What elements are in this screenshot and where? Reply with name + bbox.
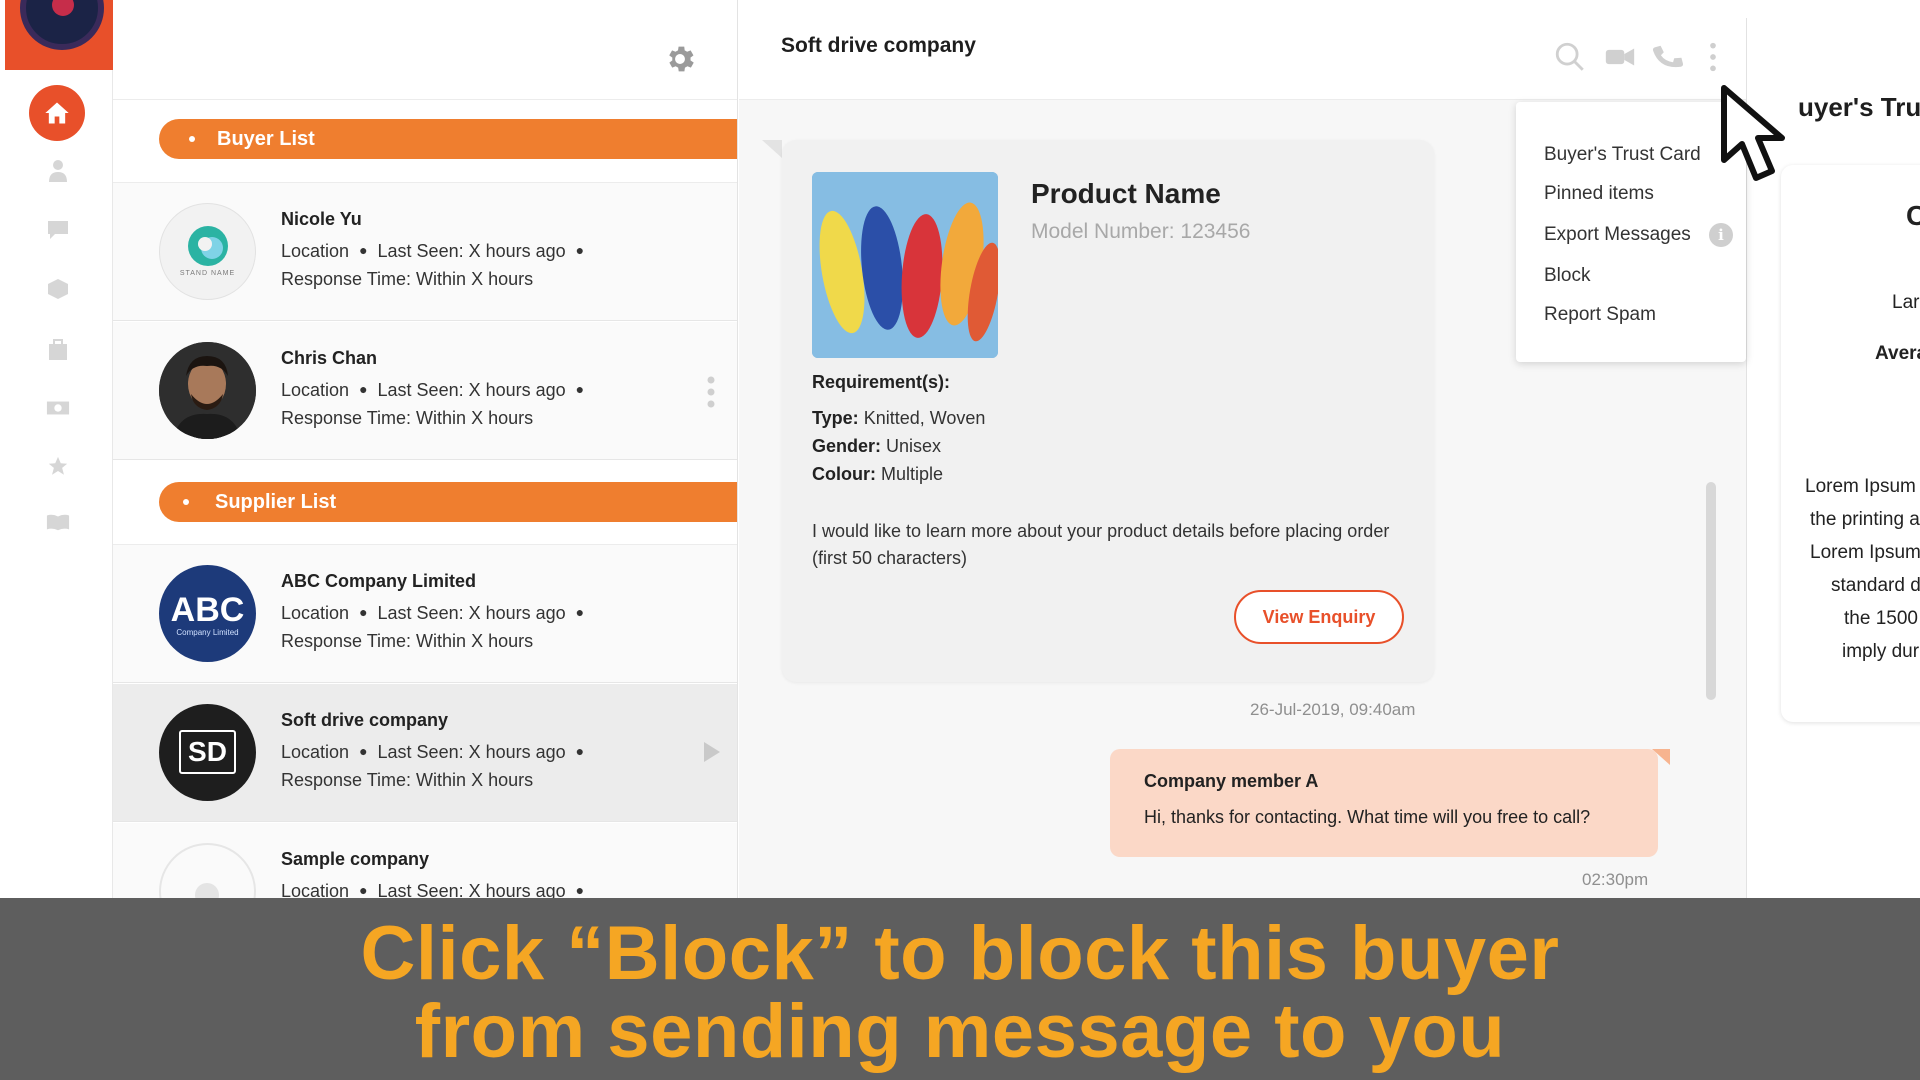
bag-icon[interactable] <box>46 338 70 362</box>
avatar-brand-text: ABC <box>170 591 245 629</box>
message-timestamp: 26-Jul-2019, 09:40am <box>1250 700 1416 719</box>
chat-header: Soft drive company <box>739 18 1747 100</box>
contact-name: Chris Chan <box>281 348 378 368</box>
trust-label: Avera <box>1875 343 1920 364</box>
supplier-section-header: Supplier List <box>113 461 737 545</box>
chat-title: Soft drive company <box>781 34 976 57</box>
supplier-list-tab[interactable]: Supplier List <box>159 482 737 522</box>
contact-item-sample-company[interactable]: Sample company Location ● Last Seen: X hou… <box>113 823 737 898</box>
video-icon[interactable] <box>1603 40 1637 74</box>
contact-meta: Location ● Last Seen: X hours ago ● <box>281 603 585 623</box>
money-icon[interactable] <box>46 396 70 420</box>
app-logo[interactable] <box>5 0 113 70</box>
icon-rail <box>5 0 113 898</box>
bubble-tail <box>762 140 782 158</box>
menu-item-trust-card[interactable]: Buyer's Trust Card <box>1544 144 1701 166</box>
trust-lorem-line: the printing a <box>1810 509 1920 530</box>
reply-sender: Company member A <box>1144 771 1319 791</box>
caption-line-2: from sending message to you <box>414 989 1506 1074</box>
trust-lorem-line: the 1500 <box>1844 608 1918 629</box>
menu-item-report-spam[interactable]: Report Spam <box>1544 304 1656 326</box>
avatar: ABC Company Limited <box>159 565 256 662</box>
buyer-list-tab[interactable]: Buyer List <box>159 119 737 159</box>
conversation-list: Buyer List STAND NAME Nicole Yu Location… <box>113 0 738 898</box>
contact-name: Sample company <box>281 849 430 869</box>
book-icon[interactable] <box>46 510 70 534</box>
cube-icon[interactable] <box>46 277 70 301</box>
contact-name: Soft drive company <box>281 710 449 730</box>
product-name: Product Name <box>1031 178 1221 209</box>
trust-lorem-line: Lorem Ipsum <box>1805 476 1916 497</box>
contact-name: ABC Company Limited <box>281 571 477 591</box>
reply-timestamp: 02:30pm <box>1582 870 1649 889</box>
product-image[interactable] <box>812 172 998 358</box>
avatar <box>159 342 256 439</box>
search-icon[interactable] <box>1553 40 1587 74</box>
model-number: Model Number: 123456 <box>1031 220 1251 243</box>
user-icon[interactable] <box>46 159 70 183</box>
phone-icon[interactable] <box>1651 40 1685 74</box>
trust-card-title: uyer's Trus <box>1798 92 1920 122</box>
menu-item-block[interactable]: Block <box>1544 265 1590 287</box>
contact-item-chris-chan[interactable]: Chris Chan Location ● Last Seen: X hours a… <box>113 322 737 460</box>
home-icon[interactable] <box>29 85 85 141</box>
enquiry-message: I would like to learn more about your pr… <box>812 521 1390 568</box>
contact-meta: Location ● Last Seen: X hours ago ● <box>281 742 585 762</box>
contact-name: Nicole Yu <box>281 209 362 229</box>
caption-line-1: Click “Block” to block this buyer <box>360 911 1560 996</box>
supplier-list-label: Supplier List <box>215 490 337 513</box>
menu-item-export-messages[interactable]: Export Messages <box>1544 224 1691 246</box>
contact-meta: Location ● Last Seen: X hours ago ● <box>281 241 585 261</box>
req-type: Type: Knitted, Woven <box>812 408 986 428</box>
info-icon[interactable]: i <box>1709 223 1733 247</box>
enquiry-card: Product Name Model Number: 123456 Requir… <box>782 140 1434 682</box>
avatar: SD <box>159 704 256 801</box>
contact-response-time: Response Time: Within X hours <box>281 631 534 651</box>
chat-icon[interactable] <box>46 218 70 242</box>
avatar-brand-text: STAND NAME <box>179 270 236 277</box>
contact-response-time: Response Time: Within X hours <box>281 770 534 790</box>
trust-lorem-line: standard d <box>1831 575 1920 596</box>
reply-bubble: Company member A Hi, thanks for contacti… <box>1110 749 1658 857</box>
avatar <box>159 843 256 898</box>
buyer-list-label: Buyer List <box>217 127 315 150</box>
list-toolbar <box>113 0 737 100</box>
trust-lorem-line: Lorem Ipsum <box>1810 542 1920 563</box>
trust-card <box>1781 165 1920 722</box>
buyer-section-header: Buyer List <box>113 100 737 183</box>
contact-item-soft-drive[interactable]: SD Soft drive company Location ● Last Seen… <box>113 684 737 822</box>
avatar-brand-subtext: Company Limited <box>176 628 239 637</box>
trust-label: Lar <box>1892 292 1920 313</box>
star-icon[interactable] <box>46 454 70 478</box>
avatar: STAND NAME <box>159 203 256 300</box>
avatar-brand-text: SD <box>188 736 227 767</box>
req-colour: Colour: Multiple <box>812 464 944 484</box>
contact-response-time: Response Time: Within X hours <box>281 408 534 428</box>
req-gender: Gender: Unisex <box>812 436 942 456</box>
menu-item-pinned-items[interactable]: Pinned items <box>1544 183 1654 205</box>
contact-meta: Location ● Last Seen: X hours ago ● <box>281 881 585 898</box>
tutorial-caption: Click “Block” to block this buyer from s… <box>0 898 1920 1080</box>
more-vertical-icon[interactable] <box>706 376 716 408</box>
trust-initial: C <box>1906 200 1920 231</box>
reply-text: Hi, thanks for contacting. What time wil… <box>1144 807 1591 827</box>
contact-item-abc-company[interactable]: ABC Company Limited ABC Company Limited … <box>113 545 737 683</box>
view-enquiry-button[interactable]: View Enquiry <box>1234 590 1404 644</box>
chevron-right-icon <box>704 742 720 762</box>
trust-lorem-line: imply dur <box>1842 641 1920 662</box>
requirements-title: Requirement(s): <box>812 372 951 392</box>
chat-scrollbar[interactable] <box>1706 482 1716 700</box>
gear-icon[interactable] <box>663 42 697 76</box>
contact-item-nicole-yu[interactable]: STAND NAME Nicole Yu Location ● Last Seen:… <box>113 183 737 321</box>
contact-meta: Location ● Last Seen: X hours ago ● <box>281 380 585 400</box>
more-vertical-icon[interactable] <box>1696 40 1730 74</box>
mouse-cursor-icon <box>1716 82 1806 192</box>
contact-response-time: Response Time: Within X hours <box>281 269 534 289</box>
